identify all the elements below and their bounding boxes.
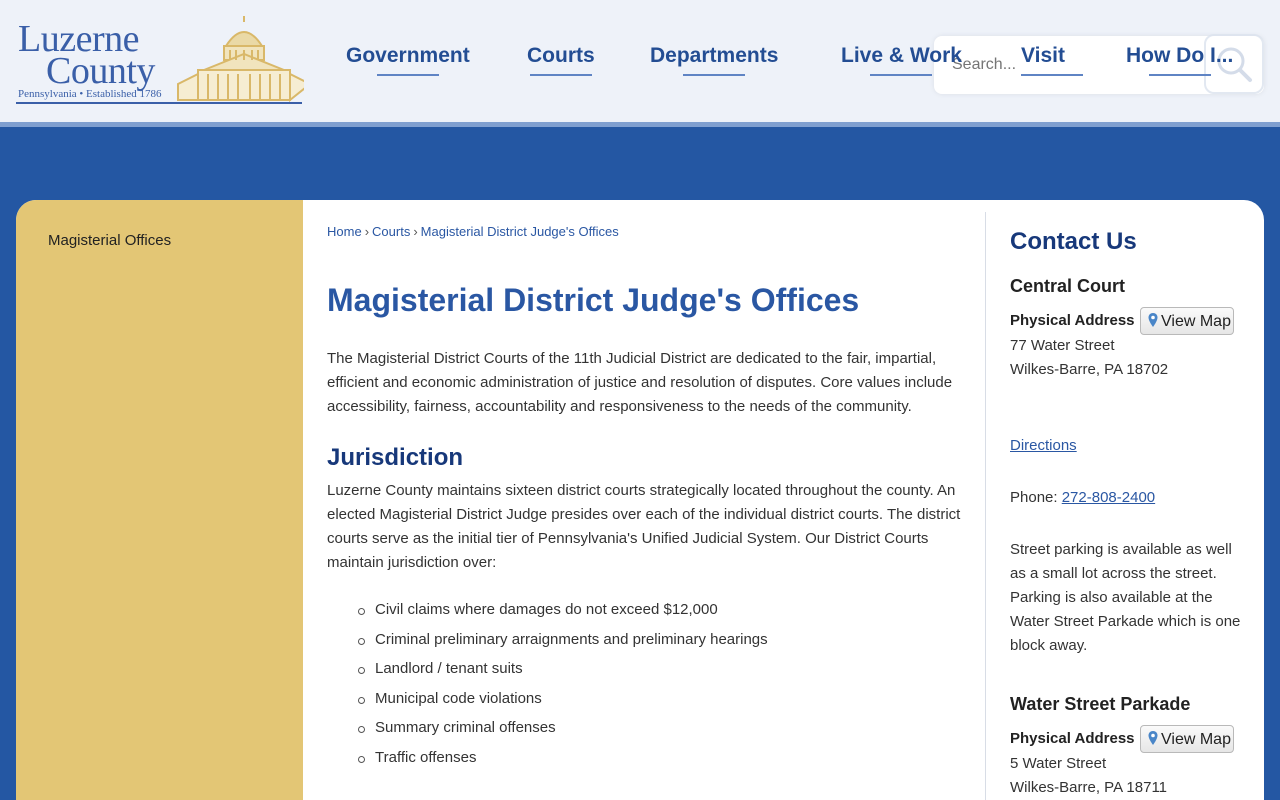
- page-title: Magisterial District Judge's Offices: [327, 282, 860, 318]
- nav-live-work[interactable]: Live & Work: [841, 44, 962, 76]
- view-map-button[interactable]: View Map: [1140, 725, 1234, 753]
- breadcrumb-courts[interactable]: Courts: [372, 224, 410, 239]
- logo-rule: [16, 102, 302, 104]
- sidebar-item-magisterial-offices[interactable]: Magisterial Offices: [48, 232, 171, 249]
- list-item: Civil claims where damages do not exceed…: [355, 598, 768, 628]
- breadcrumb: Home › Courts › Magisterial District Judge's…: [327, 224, 619, 239]
- county-logo[interactable]: Luzerne County Pennsylvania • Establishe…: [14, 14, 304, 108]
- view-map-label: View Map: [1161, 731, 1231, 748]
- nav-label: Courts: [527, 44, 595, 67]
- intro-paragraph: The Magisterial District Courts of the 1…: [327, 350, 953, 415]
- location-name: Central Court: [1010, 276, 1126, 296]
- list-item: Criminal preliminary arraignments and pr…: [355, 628, 768, 658]
- city-state-zip: Wilkes-Barre, PA 18702: [1010, 361, 1169, 378]
- nav-government[interactable]: Government: [346, 44, 470, 76]
- nav-label: Live & Work: [841, 44, 962, 67]
- city-state-zip: Wilkes-Barre, PA 18711: [1010, 779, 1168, 796]
- location-name: Water Street Parkade: [1010, 694, 1191, 714]
- courthouse-icon: [177, 16, 304, 102]
- directions-link[interactable]: Directions: [1010, 434, 1077, 458]
- nav-label: Government: [346, 44, 470, 67]
- jurisdiction-heading: Jurisdiction: [327, 444, 464, 471]
- list-item: Traffic offenses: [355, 746, 768, 776]
- phone-line: Phone: 272-808-2400: [1010, 486, 1155, 510]
- list-item: Landlord / tenant suits: [355, 657, 768, 687]
- list-item: Summary criminal offenses: [355, 716, 768, 746]
- site-header: Luzerne County Pennsylvania • Establishe…: [0, 0, 1280, 122]
- address-label: Physical Address: [1010, 312, 1135, 329]
- nav-label: Departments: [650, 44, 779, 67]
- street-address: 5 Water Street: [1010, 755, 1107, 772]
- jurisdiction-list: Civil claims where damages do not exceed…: [355, 598, 768, 776]
- contact-title: Contact Us: [1010, 228, 1137, 255]
- nav-how-do-i[interactable]: How Do I...: [1126, 44, 1233, 76]
- logo-tagline: Pennsylvania • Established 1786: [18, 88, 162, 100]
- main-card: Magisterial Offices Home › Courts › Magister…: [16, 200, 1264, 800]
- breadcrumb-home[interactable]: Home: [327, 224, 362, 239]
- nav-visit[interactable]: Visit: [1021, 44, 1083, 76]
- column-divider: [985, 212, 986, 800]
- logo-line-2: County: [46, 50, 155, 92]
- phone-label: Phone:: [1010, 489, 1058, 506]
- map-pin-icon: [1148, 313, 1158, 327]
- phone-link[interactable]: 272-808-2400: [1062, 489, 1155, 506]
- list-item: Municipal code violations: [355, 687, 768, 717]
- jurisdiction-paragraph: Luzerne County maintains sixteen distric…: [327, 482, 961, 571]
- breadcrumb-current[interactable]: Magisterial District Judge's Offices: [421, 224, 619, 239]
- nav-label: Visit: [1021, 44, 1065, 67]
- parking-note: Street parking is available as well as a…: [1010, 541, 1241, 654]
- view-map-label: View Map: [1161, 313, 1231, 330]
- nav-departments[interactable]: Departments: [650, 44, 778, 76]
- view-map-button[interactable]: View Map: [1140, 307, 1234, 335]
- map-pin-icon: [1148, 731, 1158, 745]
- sidebar: Magisterial Offices: [16, 200, 303, 800]
- header-divider: [0, 122, 1280, 127]
- address-label: Physical Address: [1010, 730, 1135, 747]
- nav-courts[interactable]: Courts: [527, 44, 595, 76]
- nav-label: How Do I...: [1126, 44, 1234, 67]
- street-address: 77 Water Street: [1010, 337, 1115, 354]
